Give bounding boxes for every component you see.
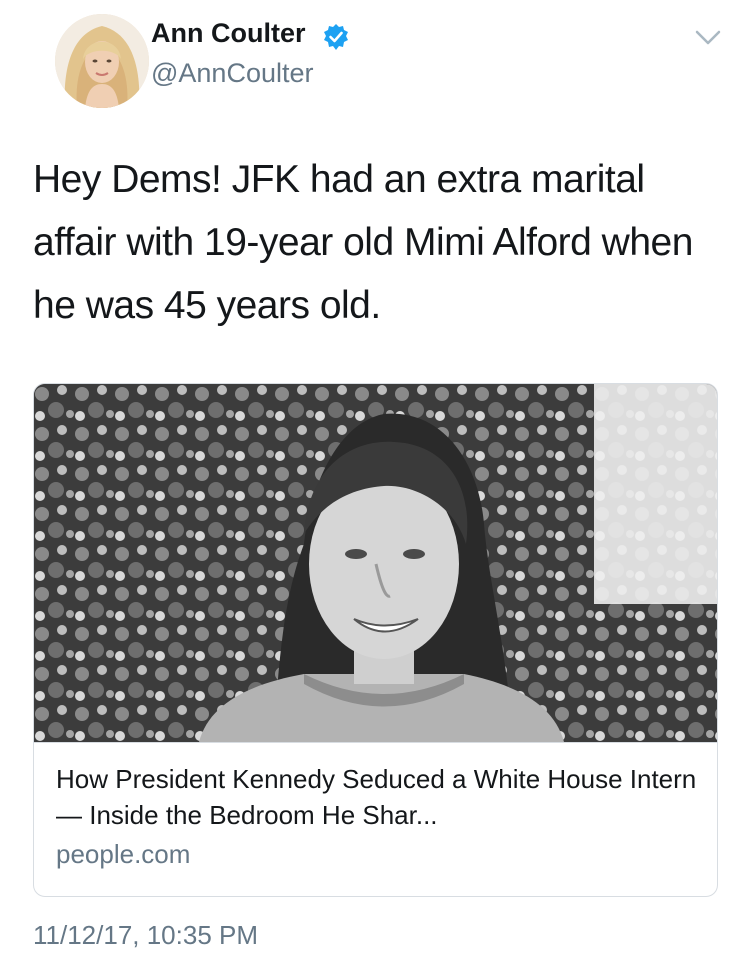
tweet-text: Hey Dems! JFK had an extra marital affai… xyxy=(33,158,693,327)
tweet-header: Ann Coulter @AnnCoulter xyxy=(33,10,723,110)
tweet-timestamp[interactable]: 11/12/17, 10:35 PM xyxy=(33,920,258,951)
user-handle[interactable]: @AnnCoulter xyxy=(151,58,314,89)
article-photo xyxy=(34,384,717,742)
display-name[interactable]: Ann Coulter xyxy=(151,18,306,49)
avatar-photo xyxy=(55,14,149,108)
link-card[interactable]: How President Kennedy Seduced a White Ho… xyxy=(33,383,718,897)
tweet: Ann Coulter @AnnCoulter Hey Dems! JFK ha… xyxy=(0,0,750,978)
verified-badge-icon xyxy=(322,23,350,51)
link-card-domain: people.com xyxy=(56,839,191,869)
chevron-down-icon[interactable] xyxy=(695,30,721,46)
link-card-body: How President Kennedy Seduced a White Ho… xyxy=(34,742,717,896)
link-card-title[interactable]: How President Kennedy Seduced a White Ho… xyxy=(56,761,701,833)
avatar[interactable] xyxy=(55,14,149,108)
